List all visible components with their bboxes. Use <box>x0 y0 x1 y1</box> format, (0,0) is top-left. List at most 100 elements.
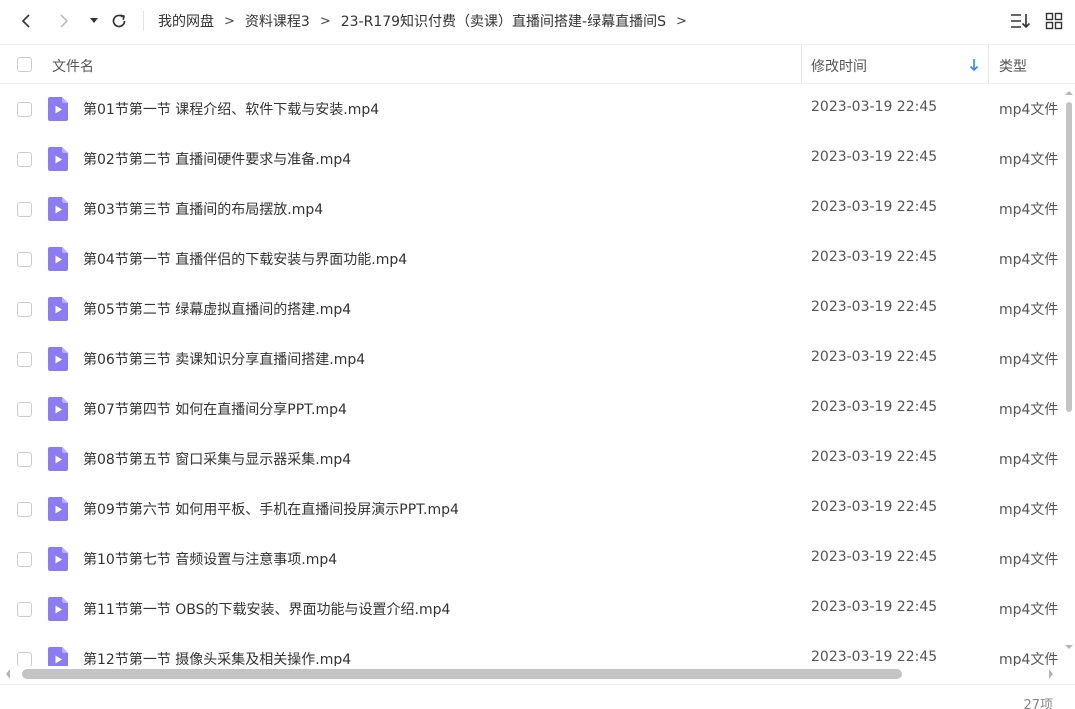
breadcrumb-item-root[interactable]: 我的网盘 <box>158 11 214 31</box>
video-file-icon <box>48 147 68 171</box>
column-header-modified[interactable]: 修改时间 <box>811 56 867 76</box>
file-modified-time: 2023-03-19 22:45 <box>811 249 938 265</box>
file-name[interactable]: 第01节第一节 课程介绍、软件下载与安装.mp4 <box>83 99 379 119</box>
back-button[interactable] <box>14 8 38 34</box>
column-header-name[interactable]: 文件名 <box>52 56 94 76</box>
file-modified-time: 2023-03-19 22:45 <box>811 349 938 365</box>
column-header: 文件名 修改时间 类型 <box>0 44 1075 84</box>
scroll-left-arrow-icon[interactable] <box>5 669 11 679</box>
file-row[interactable]: 第08节第五节 窗口采集与显示器采集.mp4 2023-03-19 22:45 mp… <box>0 434 1063 484</box>
file-name[interactable]: 第10节第七节 音频设置与注意事项.mp4 <box>83 549 337 569</box>
column-divider[interactable] <box>801 45 802 83</box>
file-row[interactable]: 第04节第一节 直播伴侣的下载安装与界面功能.mp4 2023-03-19 22:… <box>0 234 1063 284</box>
video-file-icon <box>48 347 68 371</box>
horizontal-scrollbar[interactable] <box>0 666 1063 682</box>
file-modified-time: 2023-03-19 22:45 <box>811 99 938 115</box>
file-row[interactable]: 第01节第一节 课程介绍、软件下载与安装.mp4 2023-03-19 22:45… <box>0 84 1063 134</box>
video-file-icon <box>48 247 68 271</box>
select-all-checkbox[interactable] <box>17 57 32 72</box>
vertical-scroll-thumb[interactable] <box>1066 102 1072 412</box>
scroll-up-arrow-icon[interactable] <box>1065 90 1073 96</box>
video-file-icon <box>48 497 68 521</box>
file-modified-time: 2023-03-19 22:45 <box>811 649 938 665</box>
row-checkbox[interactable] <box>17 352 32 367</box>
video-file-icon <box>48 447 68 471</box>
breadcrumb-separator: > <box>676 13 687 29</box>
row-checkbox[interactable] <box>17 602 32 617</box>
file-type: mp4文件 <box>999 552 1059 568</box>
horizontal-scroll-thumb[interactable] <box>22 669 902 679</box>
refresh-button[interactable] <box>107 8 131 34</box>
item-count: 27项 <box>1023 698 1053 709</box>
row-checkbox[interactable] <box>17 152 32 167</box>
caret-down-icon <box>90 18 98 23</box>
file-row[interactable]: 第05节第二节 绿幕虚拟直播间的搭建.mp4 2023-03-19 22:45 mp… <box>0 284 1063 334</box>
file-name[interactable]: 第03节第三节 直播间的布局摆放.mp4 <box>83 199 323 219</box>
row-checkbox[interactable] <box>17 552 32 567</box>
grid-view-button[interactable] <box>1043 10 1065 32</box>
file-name[interactable]: 第07节第四节 如何在直播间分享PPT.mp4 <box>83 399 347 419</box>
sort-view-button[interactable] <box>1010 10 1032 32</box>
row-checkbox[interactable] <box>17 252 32 267</box>
video-file-icon <box>48 397 68 421</box>
file-name[interactable]: 第06节第三节 卖课知识分享直播间搭建.mp4 <box>83 349 365 369</box>
column-header-type[interactable]: 类型 <box>999 56 1027 76</box>
file-name[interactable]: 第12节第一节 摄像头采集及相关操作.mp4 <box>83 649 351 666</box>
row-checkbox[interactable] <box>17 302 32 317</box>
forward-button[interactable] <box>52 8 76 34</box>
file-modified-time: 2023-03-19 22:45 <box>811 549 938 565</box>
file-row[interactable]: 第10节第七节 音频设置与注意事项.mp4 2023-03-19 22:45 mp4… <box>0 534 1063 584</box>
breadcrumb-item-folder[interactable]: 资料课程3 <box>245 11 310 31</box>
file-row[interactable]: 第12节第一节 摄像头采集及相关操作.mp4 2023-03-19 22:45 mp… <box>0 634 1063 666</box>
file-modified-time: 2023-03-19 22:45 <box>811 299 938 315</box>
file-row[interactable]: 第09节第六节 如何用平板、手机在直播间投屏演示PPT.mp4 2023-03-1… <box>0 484 1063 534</box>
file-name[interactable]: 第02节第二节 直播间硬件要求与准备.mp4 <box>83 149 351 169</box>
file-row[interactable]: 第03节第三节 直播间的布局摆放.mp4 2023-03-19 22:45 mp4文… <box>0 184 1063 234</box>
row-checkbox[interactable] <box>17 402 32 417</box>
vertical-scrollbar[interactable] <box>1063 84 1075 666</box>
file-type: mp4文件 <box>999 452 1059 468</box>
breadcrumb-item-current[interactable]: 23-R179知识付费（卖课）直播间搭建-绿幕直播间S <box>341 11 666 31</box>
video-file-icon <box>48 547 68 571</box>
file-type: mp4文件 <box>999 502 1059 518</box>
column-divider[interactable] <box>988 45 989 83</box>
video-file-icon <box>48 597 68 621</box>
row-checkbox[interactable] <box>17 452 32 467</box>
file-type: mp4文件 <box>999 352 1059 368</box>
file-modified-time: 2023-03-19 22:45 <box>811 499 938 515</box>
file-name[interactable]: 第09节第六节 如何用平板、手机在直播间投屏演示PPT.mp4 <box>83 499 459 519</box>
video-file-icon <box>48 97 68 121</box>
row-checkbox[interactable] <box>17 102 32 117</box>
file-name[interactable]: 第04节第一节 直播伴侣的下载安装与界面功能.mp4 <box>83 249 407 269</box>
file-row[interactable]: 第11节第一节 OBS的下载安装、界面功能与设置介绍.mp4 2023-03-19… <box>0 584 1063 634</box>
file-modified-time: 2023-03-19 22:45 <box>811 199 938 215</box>
scroll-down-arrow-icon[interactable] <box>1065 644 1073 650</box>
file-type: mp4文件 <box>999 302 1059 318</box>
breadcrumb-separator: > <box>319 13 331 29</box>
toolbar-divider <box>143 11 144 31</box>
history-dropdown-button[interactable] <box>82 8 106 34</box>
video-file-icon <box>48 197 68 221</box>
file-modified-time: 2023-03-19 22:45 <box>811 399 938 415</box>
refresh-icon <box>112 14 126 28</box>
file-name[interactable]: 第11节第一节 OBS的下载安装、界面功能与设置介绍.mp4 <box>83 599 450 619</box>
file-type: mp4文件 <box>999 652 1059 666</box>
file-type: mp4文件 <box>999 602 1059 618</box>
video-file-icon <box>48 647 68 666</box>
row-checkbox[interactable] <box>17 202 32 217</box>
sort-descending-icon[interactable] <box>969 58 979 72</box>
file-row[interactable]: 第02节第二节 直播间硬件要求与准备.mp4 2023-03-19 22:45 mp… <box>0 134 1063 184</box>
breadcrumb: 我的网盘 > 资料课程3 > 23-R179知识付费（卖课）直播间搭建-绿幕直播… <box>158 11 697 31</box>
scroll-right-arrow-icon[interactable] <box>1048 669 1054 679</box>
breadcrumb-separator: > <box>224 13 235 29</box>
file-modified-time: 2023-03-19 22:45 <box>811 599 938 615</box>
file-row[interactable]: 第07节第四节 如何在直播间分享PPT.mp4 2023-03-19 22:45 m… <box>0 384 1063 434</box>
toolbar: 我的网盘 > 资料课程3 > 23-R179知识付费（卖课）直播间搭建-绿幕直播… <box>0 0 1075 42</box>
file-name[interactable]: 第05节第二节 绿幕虚拟直播间的搭建.mp4 <box>83 299 351 319</box>
row-checkbox[interactable] <box>17 652 32 666</box>
row-checkbox[interactable] <box>17 502 32 517</box>
grid-icon <box>1045 12 1063 30</box>
chevron-right-icon <box>60 14 69 28</box>
file-name[interactable]: 第08节第五节 窗口采集与显示器采集.mp4 <box>83 449 351 469</box>
file-row[interactable]: 第06节第三节 卖课知识分享直播间搭建.mp4 2023-03-19 22:45 m… <box>0 334 1063 384</box>
